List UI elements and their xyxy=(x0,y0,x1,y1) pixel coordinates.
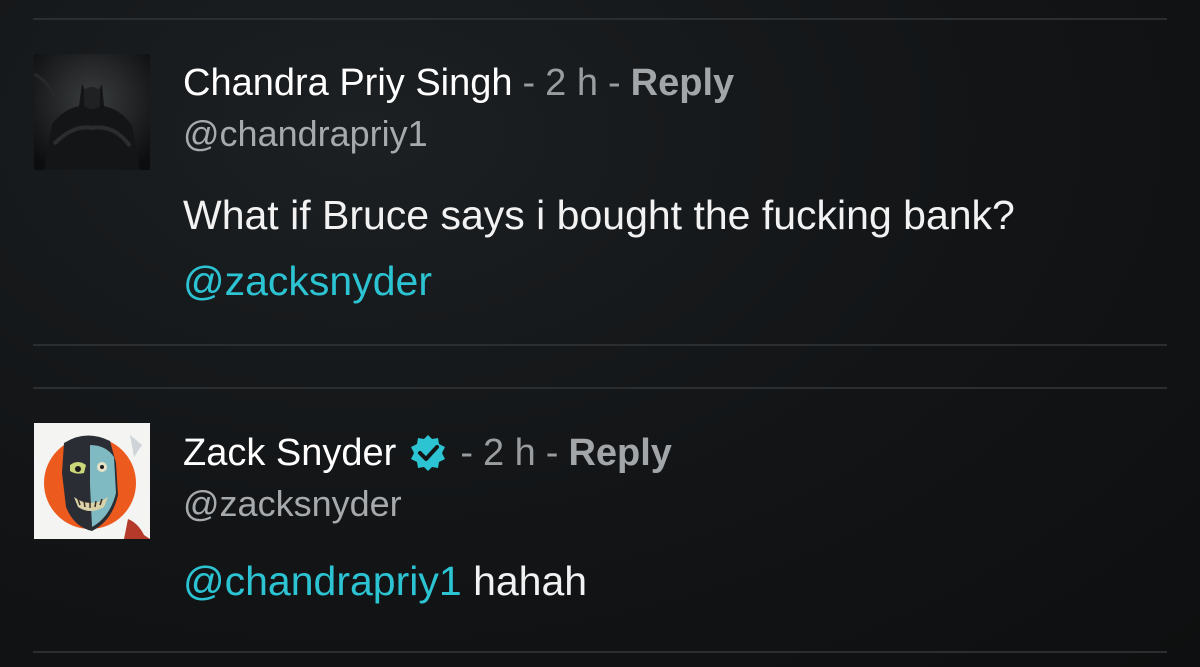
batman-avatar-icon xyxy=(34,54,150,170)
separator: - xyxy=(545,432,559,474)
reply-button[interactable]: Reply xyxy=(568,430,671,476)
divider xyxy=(33,387,1167,389)
comment-header: Chandra Priy Singh - 2 h - Reply xyxy=(183,60,1160,106)
author-handle[interactable]: @chandrapriy1 xyxy=(183,112,1160,156)
timestamp: 2 h xyxy=(482,432,536,474)
mention-link[interactable]: @zacksnyder xyxy=(183,258,432,304)
separator: - xyxy=(460,432,473,474)
avatar[interactable] xyxy=(34,423,150,539)
comment-text-body: What if Bruce says i bought the fucking … xyxy=(183,192,1015,238)
bottom-divider xyxy=(33,651,1167,653)
separator: - xyxy=(608,62,621,104)
zombie-avatar-icon xyxy=(34,423,150,539)
separator: - xyxy=(522,62,536,104)
comment-text: @chandrapriy1 hahah xyxy=(183,548,1160,614)
verified-badge-icon xyxy=(408,433,448,473)
reply-button[interactable]: Reply xyxy=(631,60,734,106)
comment-text-body: hahah xyxy=(473,558,588,604)
author-name[interactable]: Zack Snyder xyxy=(183,430,396,476)
comment-header: Zack Snyder - 2 h - Reply xyxy=(183,430,1160,476)
divider xyxy=(33,344,1167,346)
avatar[interactable] xyxy=(34,54,150,170)
timestamp: 2 h xyxy=(545,62,598,104)
author-handle[interactable]: @zacksnyder xyxy=(183,482,1160,526)
top-divider xyxy=(33,18,1167,20)
author-name[interactable]: Chandra Priy Singh xyxy=(183,60,513,106)
comment-text: What if Bruce says i bought the fucking … xyxy=(183,182,1123,314)
mention-link[interactable]: @chandrapriy1 xyxy=(183,558,462,604)
